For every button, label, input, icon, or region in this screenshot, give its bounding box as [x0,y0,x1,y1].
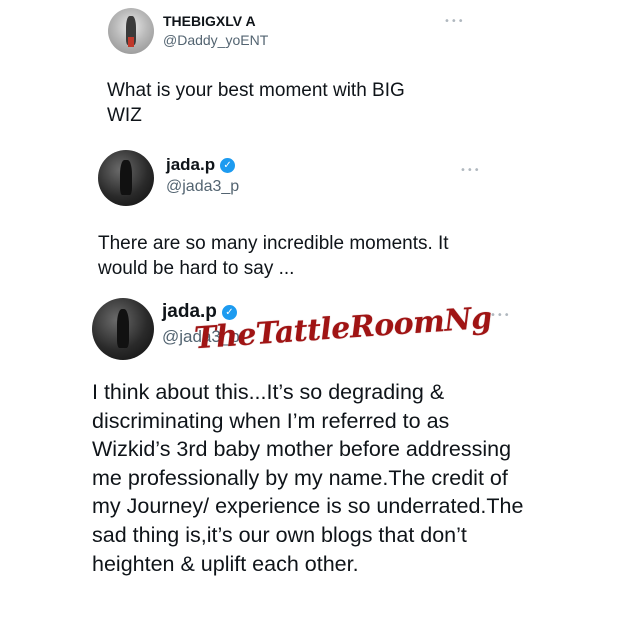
display-name[interactable]: THEBIGXLV A [163,13,256,29]
display-name[interactable]: jada.p ✓ [166,155,236,175]
display-name-text: jada.p [166,155,216,174]
more-options-icon[interactable]: ••• [444,16,465,27]
avatar[interactable] [108,8,154,54]
tweet-card-1: THEBIGXLV A @Daddy_yoENT ••• What is you… [0,0,640,150]
user-handle[interactable]: @jada3_p [166,178,239,196]
avatar-figure-detail-icon [128,36,134,47]
display-name-text: jada.p [162,301,217,322]
more-options-icon[interactable]: ••• [490,310,511,321]
avatar[interactable] [92,298,154,360]
tweet-text: I think about this...It’s so degrading &… [92,380,524,576]
verified-badge-icon: ✓ [220,158,236,173]
tweet-text: What is your best moment with BIG WIZ [107,80,405,127]
more-options-icon[interactable]: ••• [460,165,481,176]
avatar-figure-icon [120,160,132,195]
tweet-card-2: jada.p ✓ @jada3_p ••• There are so many i… [0,145,640,295]
user-handle[interactable]: @Daddy_yoENT [163,32,268,48]
avatar-figure-icon [116,309,130,348]
tweet-text: There are so many incredible moments. It… [98,233,449,280]
avatar[interactable] [98,150,154,206]
